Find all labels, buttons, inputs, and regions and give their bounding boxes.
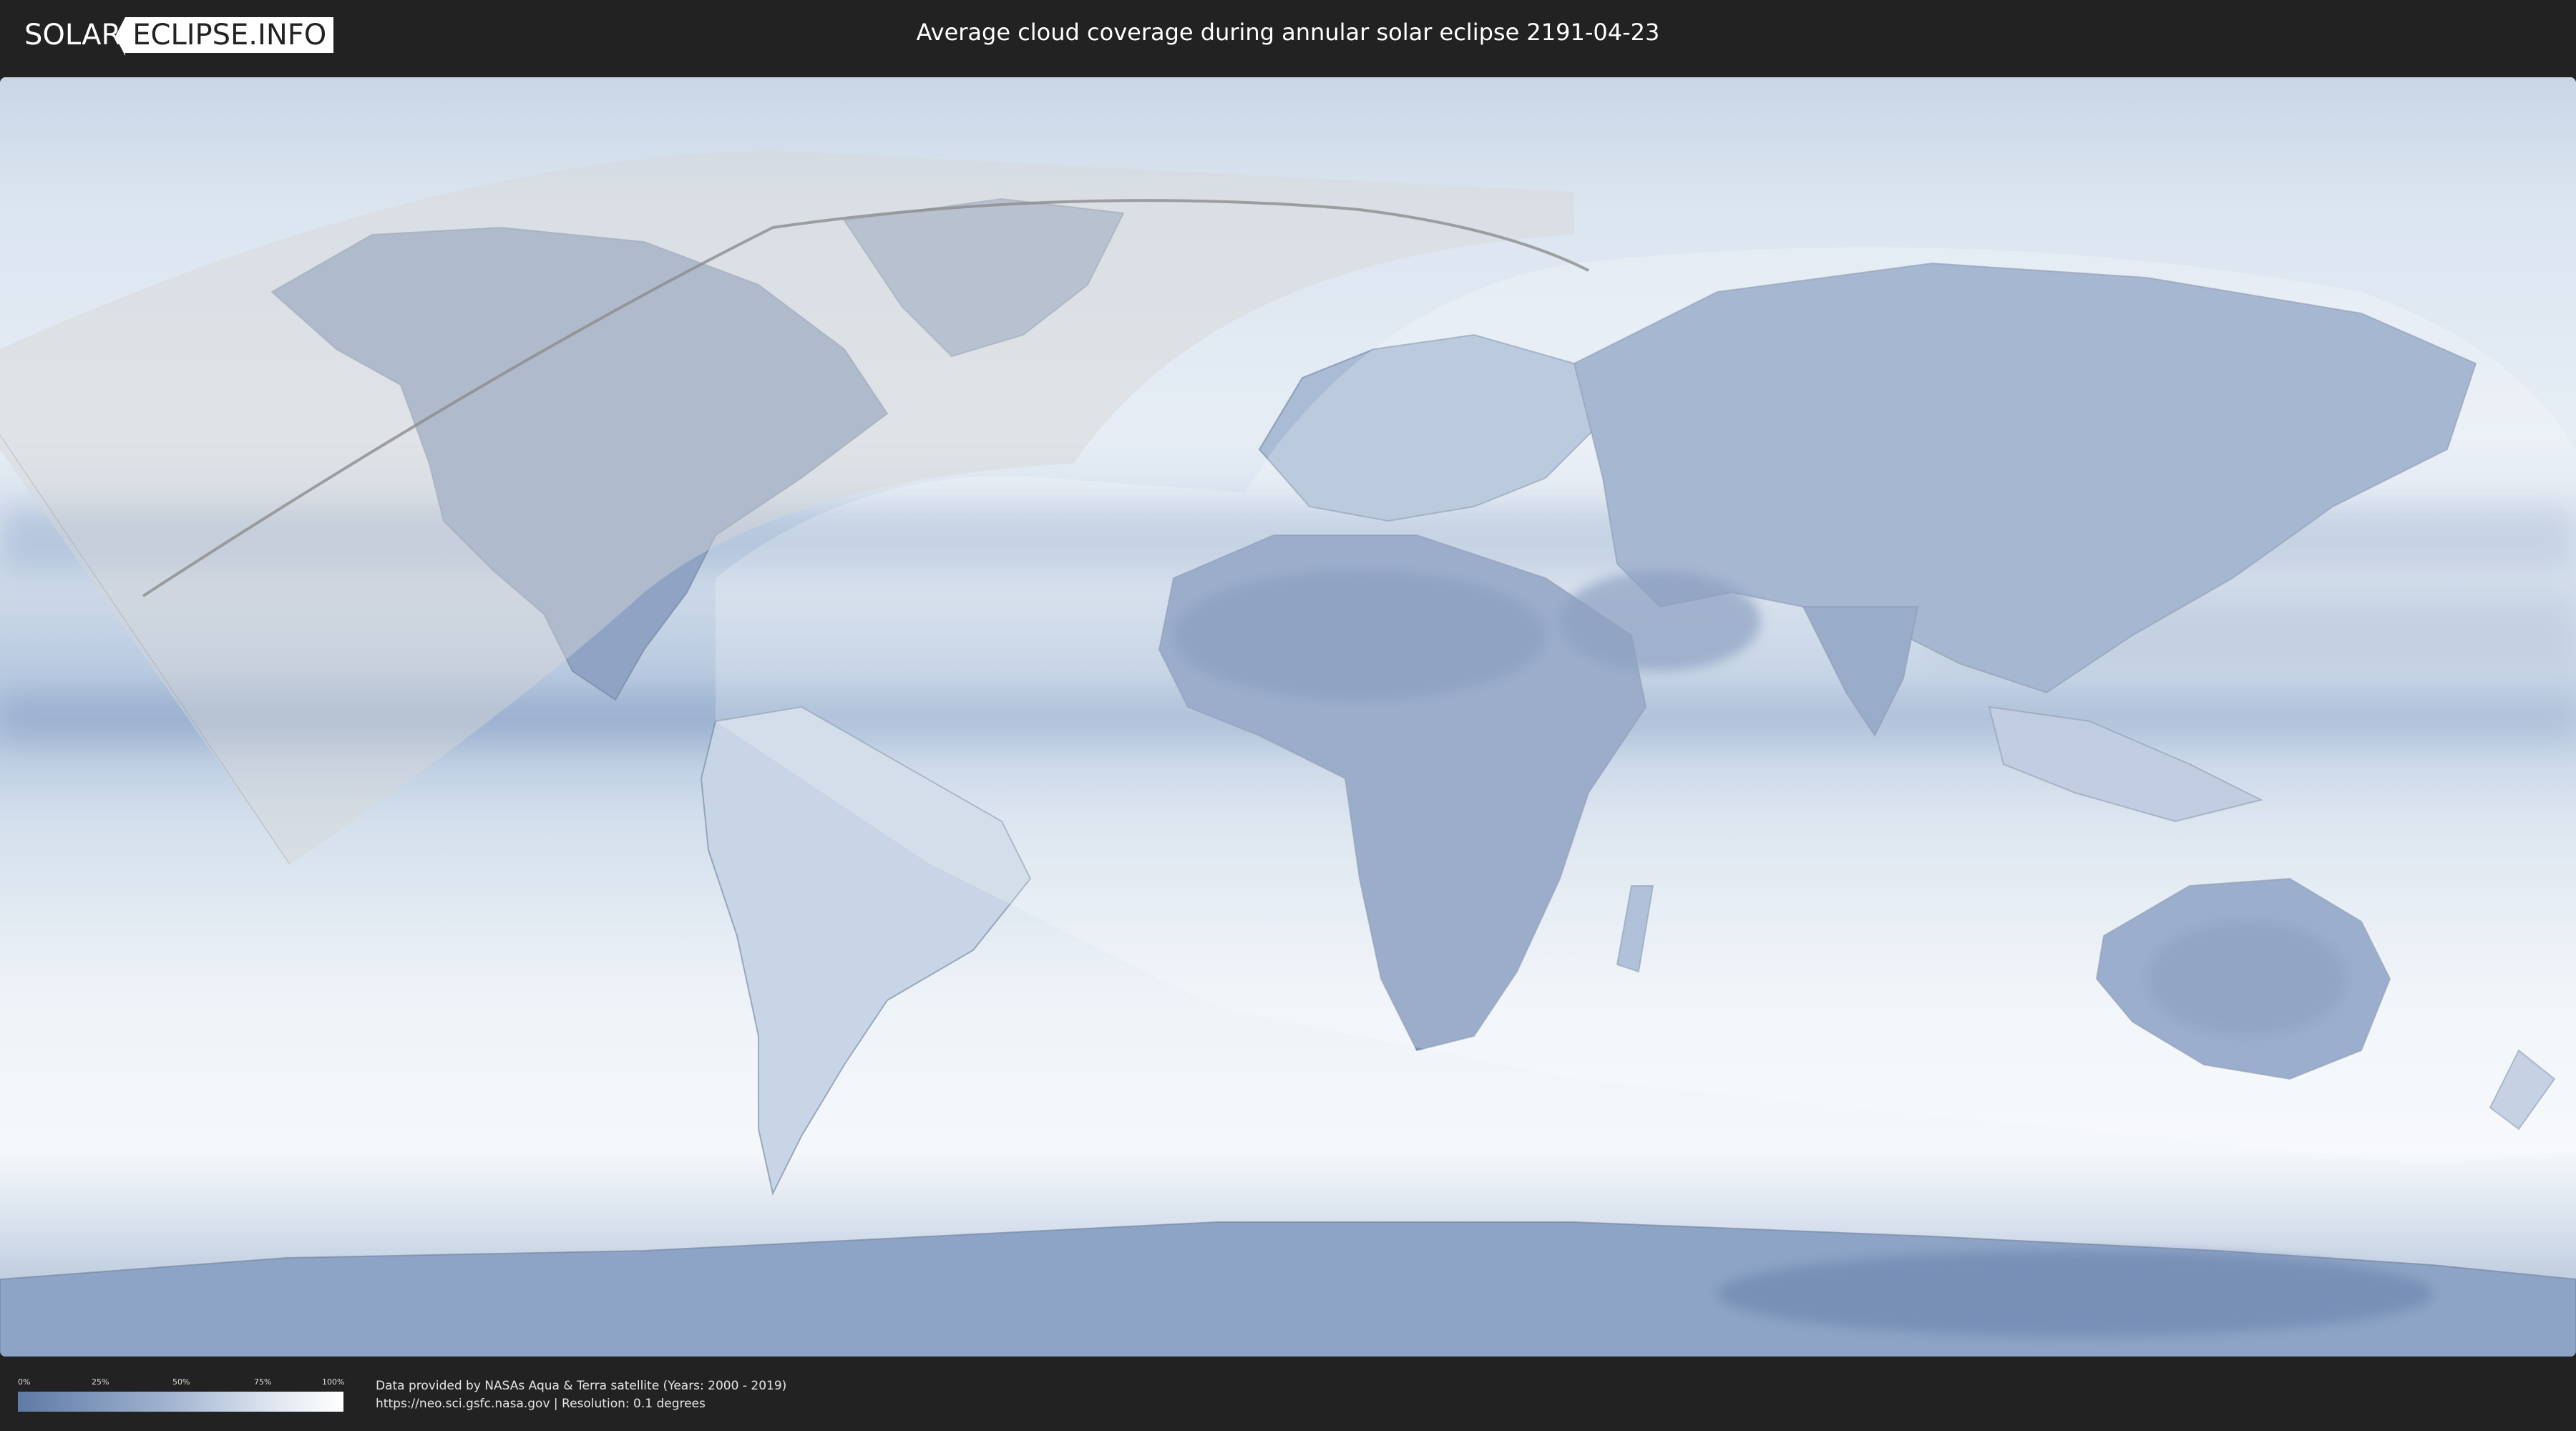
data-source-line[interactable]: https://neo.sci.gsfc.nasa.gov | Resoluti… [376,1397,706,1411]
page-title: Average cloud coverage during annular so… [916,19,1660,46]
cloud-coverage-legend: 0% 25% 50% 75% 100% [18,1377,345,1415]
legend-tick-50: 50% [172,1377,190,1387]
legend-tick-25: 25% [92,1377,109,1387]
cloud-coverage-map[interactable] [0,77,2576,1357]
world-map-svg [0,77,2576,1357]
header-bar: SOLAR ECLIPSE.INFO Average cloud coverag… [0,0,2576,72]
data-credit-line: Data provided by NASAs Aqua & Terra sate… [376,1379,787,1393]
legend-tick-100: 100% [322,1377,345,1387]
legend-gradient-bar [18,1392,343,1412]
legend-tick-0: 0% [18,1377,31,1387]
legend-tick-75: 75% [254,1377,272,1387]
footer-bar [0,1359,2576,1431]
